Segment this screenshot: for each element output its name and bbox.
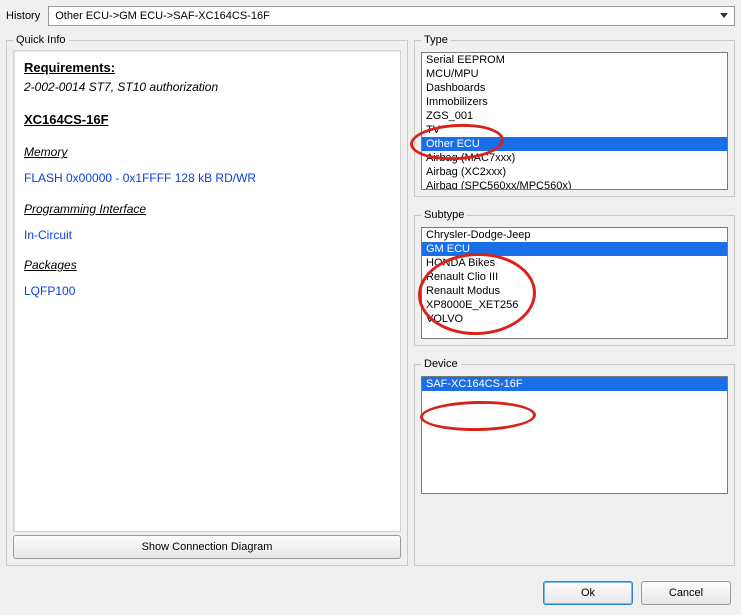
- list-item[interactable]: SAF-XC164CS-16F: [422, 377, 727, 391]
- type-listbox[interactable]: Serial EEPROMMCU/MPUDashboardsImmobilize…: [421, 52, 728, 190]
- requirements-heading: Requirements:: [24, 59, 390, 77]
- type-group: Type Serial EEPROMMCU/MPUDashboardsImmob…: [414, 34, 735, 197]
- device-legend: Device: [421, 358, 461, 370]
- list-item[interactable]: GM ECU: [422, 242, 727, 256]
- quickinfo-legend: Quick Info: [13, 34, 69, 46]
- list-item[interactable]: Other ECU: [422, 137, 727, 151]
- requirements-line: 2-002-0014 ST7, ST10 authorization: [24, 79, 390, 95]
- subtype-legend: Subtype: [421, 209, 467, 221]
- memory-line[interactable]: FLASH 0x00000 - 0x1FFFF 128 kB RD/WR: [24, 170, 390, 186]
- pi-heading: Programming Interface: [24, 201, 146, 217]
- device-listbox[interactable]: SAF-XC164CS-16F: [421, 376, 728, 494]
- memory-heading: Memory: [24, 144, 67, 160]
- list-item[interactable]: Chrysler-Dodge-Jeep: [422, 228, 727, 242]
- list-item[interactable]: Immobilizers: [422, 95, 727, 109]
- type-legend: Type: [421, 34, 451, 46]
- list-item[interactable]: Renault Clio III: [422, 270, 727, 284]
- subtype-group: Subtype Chrysler-Dodge-JeepGM ECUHONDA B…: [414, 209, 735, 346]
- history-label: History: [6, 10, 40, 22]
- list-item[interactable]: XP8000E_XET256: [422, 298, 727, 312]
- list-item[interactable]: ZGS_001: [422, 109, 727, 123]
- quickinfo-pane: Requirements: 2-002-0014 ST7, ST10 autho…: [13, 50, 401, 532]
- list-item[interactable]: Airbag (MAC7xxx): [422, 151, 727, 165]
- pi-line[interactable]: In-Circuit: [24, 227, 390, 243]
- show-connection-diagram-button[interactable]: Show Connection Diagram: [13, 535, 401, 559]
- list-item[interactable]: Serial EEPROM: [422, 53, 727, 67]
- history-combo-value: Other ECU->GM ECU->SAF-XC164CS-16F: [55, 10, 270, 22]
- packages-line[interactable]: LQFP100: [24, 283, 390, 299]
- history-combo[interactable]: Other ECU->GM ECU->SAF-XC164CS-16F: [48, 6, 735, 26]
- ok-button[interactable]: Ok: [543, 581, 633, 605]
- subtype-listbox[interactable]: Chrysler-Dodge-JeepGM ECUHONDA BikesRena…: [421, 227, 728, 339]
- device-heading: XC164CS-16F: [24, 111, 390, 129]
- list-item[interactable]: Dashboards: [422, 81, 727, 95]
- list-item[interactable]: HONDA Bikes: [422, 256, 727, 270]
- list-item[interactable]: Renault Modus: [422, 284, 727, 298]
- device-group: Device SAF-XC164CS-16F: [414, 358, 735, 566]
- list-item[interactable]: MCU/MPU: [422, 67, 727, 81]
- list-item[interactable]: TV: [422, 123, 727, 137]
- list-item[interactable]: VOLVO: [422, 312, 727, 326]
- packages-heading: Packages: [24, 257, 77, 273]
- chevron-down-icon: [716, 8, 732, 24]
- list-item[interactable]: Airbag (SPC560xx/MPC560x): [422, 179, 727, 190]
- list-item[interactable]: Airbag (XC2xxx): [422, 165, 727, 179]
- cancel-button[interactable]: Cancel: [641, 581, 731, 605]
